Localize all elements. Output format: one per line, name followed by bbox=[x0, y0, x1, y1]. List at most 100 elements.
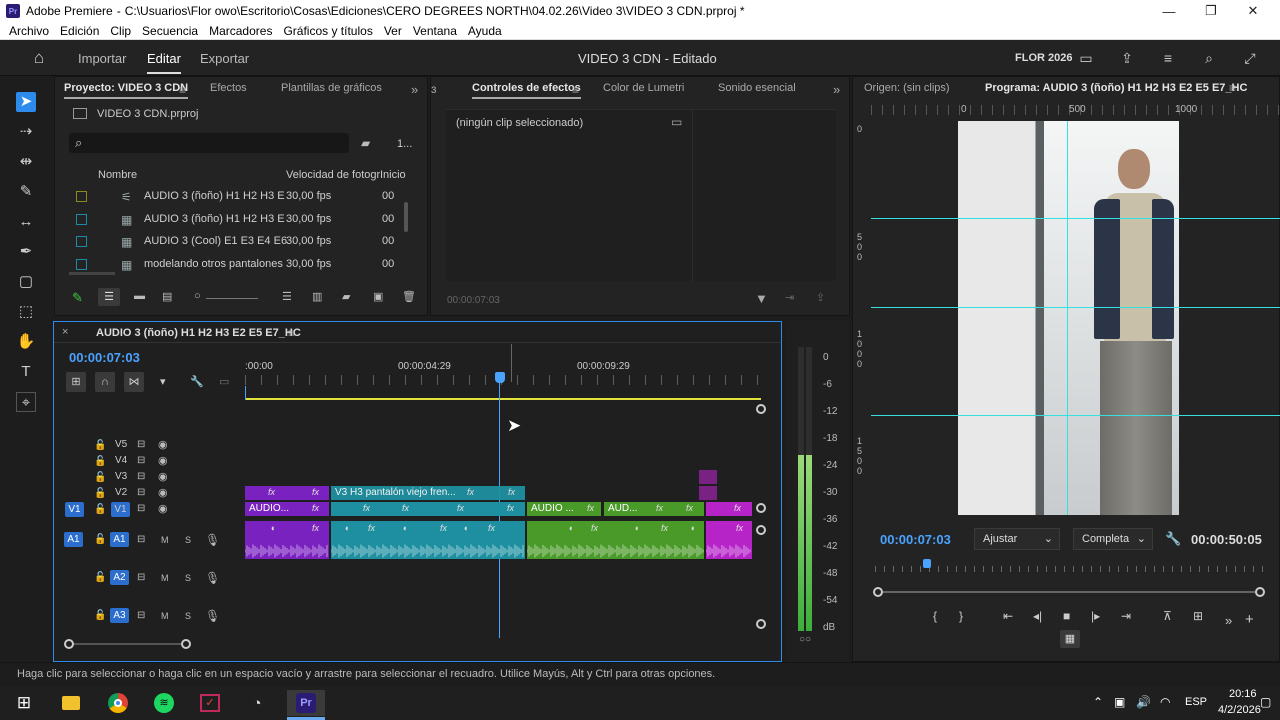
fx-badge[interactable]: fx bbox=[402, 503, 409, 513]
track-label[interactable]: V3 bbox=[115, 471, 127, 482]
keyframe-icon[interactable]: ◖ bbox=[463, 523, 468, 533]
new-folder-icon[interactable]: ▰ bbox=[342, 290, 350, 303]
work-area-bar[interactable] bbox=[245, 398, 761, 400]
col-name[interactable]: Nombre bbox=[98, 169, 137, 181]
sync-lock-icon[interactable]: ⊟ bbox=[137, 572, 145, 583]
menu-ayuda[interactable]: Ayuda bbox=[468, 24, 502, 38]
monitor-time-ruler[interactable] bbox=[875, 566, 1265, 572]
fx-badge[interactable]: fx bbox=[457, 503, 464, 513]
menu-clip[interactable]: Clip bbox=[110, 24, 131, 38]
vscroll-knob[interactable] bbox=[756, 503, 766, 513]
mark-out-icon[interactable]: } bbox=[959, 609, 963, 623]
tab-graphics-templates[interactable]: Plantillas de gráficos bbox=[281, 82, 382, 94]
label-color-swatch[interactable] bbox=[76, 213, 87, 225]
track-label[interactable]: A1 bbox=[110, 532, 129, 547]
track-label[interactable]: A2 bbox=[110, 570, 129, 585]
tab-project[interactable]: Proyecto: VIDEO 3 CDN bbox=[64, 82, 189, 99]
chrome-icon[interactable] bbox=[105, 690, 131, 716]
minimize-icon[interactable]: — bbox=[1146, 0, 1192, 22]
mute-button[interactable]: M bbox=[161, 573, 169, 583]
hscroll-track[interactable] bbox=[74, 643, 182, 645]
more-tabs-icon[interactable]: » bbox=[833, 82, 840, 97]
label-color-swatch[interactable] bbox=[76, 191, 87, 202]
workspace-name[interactable]: FLOR 2026 bbox=[1015, 52, 1072, 64]
keyframe-icon[interactable]: ◖ bbox=[270, 523, 275, 533]
menu-icon[interactable]: ≡ bbox=[1160, 50, 1176, 66]
video-clip[interactable] bbox=[699, 486, 717, 500]
clock-date[interactable]: 4/2/2026 bbox=[1218, 704, 1261, 716]
track-label[interactable]: A3 bbox=[110, 608, 129, 623]
close-tab-icon[interactable]: × bbox=[62, 326, 68, 338]
sync-lock-icon[interactable]: ⊟ bbox=[137, 455, 145, 466]
speedometer-icon[interactable]: ◔ bbox=[244, 690, 270, 716]
video-frame[interactable] bbox=[958, 121, 1179, 515]
selection-tool-icon[interactable]: ➤ bbox=[16, 92, 36, 112]
write-icon[interactable]: ✎ bbox=[72, 290, 83, 306]
caption-tool-icon[interactable]: ⌖ bbox=[16, 392, 36, 412]
track-label[interactable]: V1 bbox=[111, 502, 130, 517]
hand-tool-icon[interactable]: ✋ bbox=[16, 332, 36, 352]
source-patch-v1[interactable]: V1 bbox=[65, 502, 84, 517]
automate-icon[interactable]: ▥ bbox=[312, 290, 322, 303]
play-audio-icon[interactable]: ⇥ bbox=[785, 291, 794, 304]
file-explorer-icon[interactable] bbox=[58, 690, 84, 716]
slip-tool-icon[interactable]: ↔ bbox=[16, 212, 36, 232]
list-view-icon[interactable]: ☰ bbox=[98, 288, 120, 306]
zoom-slider-knob[interactable]: ○ bbox=[194, 290, 201, 302]
tab-menu-icon[interactable]: ≡ bbox=[572, 83, 579, 97]
fx-badge[interactable]: fx bbox=[656, 503, 663, 513]
eye-icon[interactable]: ◉ bbox=[158, 470, 168, 483]
hscroll-right-knob[interactable] bbox=[181, 639, 191, 649]
fx-badge[interactable]: fx bbox=[587, 503, 594, 513]
track-select-tool-icon[interactable]: ⇢ bbox=[16, 122, 36, 142]
tab-menu-icon[interactable]: ≡ bbox=[288, 326, 295, 340]
menu-marcadores[interactable]: Marcadores bbox=[209, 24, 272, 38]
fx-badge[interactable]: fx bbox=[312, 523, 319, 533]
fx-badge[interactable]: fx bbox=[312, 487, 319, 497]
add-button-icon[interactable]: + bbox=[1245, 611, 1254, 628]
lock-icon[interactable]: 🔓 bbox=[94, 488, 106, 499]
fx-badge[interactable]: fx bbox=[686, 503, 693, 513]
video-clip[interactable] bbox=[699, 470, 717, 484]
lock-icon[interactable]: 🔓 bbox=[94, 440, 106, 451]
extract-icon[interactable]: ⊞ bbox=[1193, 609, 1203, 623]
track-label[interactable]: V4 bbox=[115, 455, 127, 466]
close-icon[interactable]: ✕ bbox=[1230, 0, 1276, 22]
audio-clip[interactable] bbox=[331, 521, 525, 559]
nav-importar[interactable]: Importar bbox=[78, 51, 126, 66]
eye-icon[interactable]: ◉ bbox=[158, 454, 168, 467]
fx-badge[interactable]: fx bbox=[734, 503, 741, 513]
nav-editar[interactable]: Editar bbox=[147, 51, 181, 74]
rectangle-tool-icon[interactable]: ▢ bbox=[16, 272, 36, 292]
go-to-in-icon[interactable]: ⇤ bbox=[1003, 609, 1013, 623]
fx-badge[interactable]: fx bbox=[507, 503, 514, 513]
col-start[interactable]: Inicio bbox=[380, 169, 406, 181]
zoom-tool-icon[interactable]: ⬚ bbox=[16, 302, 36, 322]
video-clip[interactable] bbox=[331, 502, 525, 516]
fx-badge[interactable]: fx bbox=[467, 487, 474, 497]
list-item[interactable]: ▦ modelando otros pantalones 30,00 fps 0… bbox=[64, 254, 410, 276]
tab-effects[interactable]: Efectos bbox=[210, 82, 247, 94]
freeform-view-icon[interactable]: ▤ bbox=[162, 290, 172, 303]
lock-icon[interactable]: 🔓 bbox=[94, 610, 106, 621]
add-marker-icon[interactable]: ▾ bbox=[160, 375, 166, 388]
keyframe-icon[interactable]: ◖ bbox=[402, 523, 407, 533]
solo-button[interactable]: S bbox=[185, 611, 191, 621]
monitor-playhead[interactable] bbox=[923, 559, 931, 568]
step-forward-icon[interactable]: |▸ bbox=[1091, 609, 1100, 623]
playhead-handle[interactable] bbox=[495, 372, 505, 383]
go-to-out-icon[interactable]: ⇥ bbox=[1121, 609, 1131, 623]
track-label[interactable]: V2 bbox=[115, 487, 127, 498]
fx-badge[interactable]: fx bbox=[661, 523, 668, 533]
fx-badge[interactable]: fx bbox=[440, 523, 447, 533]
premiere-taskbar-icon[interactable]: Pr bbox=[287, 690, 325, 716]
lock-icon[interactable]: 🔓 bbox=[94, 504, 106, 515]
label-color-swatch[interactable] bbox=[76, 236, 87, 247]
fx-badge[interactable]: fx bbox=[508, 487, 515, 497]
project-search-input[interactable]: ⌕ bbox=[69, 133, 349, 153]
clock-time[interactable]: 20:16 bbox=[1229, 688, 1257, 700]
zoom-right-knob[interactable] bbox=[1255, 587, 1265, 597]
razor-tool-icon[interactable]: ✎ bbox=[16, 182, 36, 202]
panel-layout-icon[interactable]: ▭ bbox=[1078, 50, 1094, 66]
media-player-icon[interactable]: ✓ bbox=[197, 690, 223, 716]
